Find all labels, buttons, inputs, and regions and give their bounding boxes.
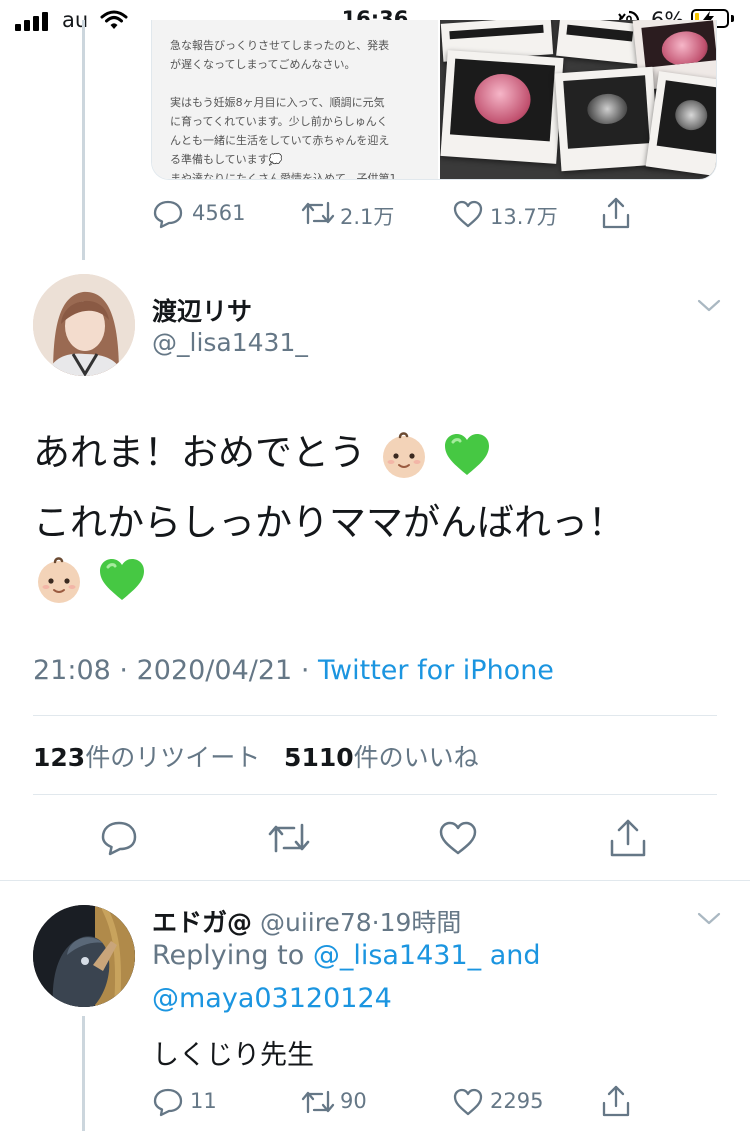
tweet-source-link[interactable]: Twitter for iPhone bbox=[318, 655, 554, 686]
replying-to: Replying to @_lisa1431_ and bbox=[152, 940, 541, 971]
mention-link[interactable]: @maya03120124 bbox=[152, 983, 392, 1014]
note-line: が遅くなってしまってごめんなさい。 bbox=[170, 58, 356, 71]
note-line: まや達なりにたくさん愛情を込めて、子供第1 bbox=[170, 172, 397, 180]
like-total: 5110 bbox=[284, 743, 354, 772]
chevron-down-icon[interactable] bbox=[697, 299, 721, 313]
divider bbox=[33, 794, 717, 795]
display-name[interactable]: エドガ@ bbox=[152, 908, 252, 937]
and-label[interactable]: and bbox=[490, 940, 541, 971]
green-heart-emoji bbox=[444, 433, 489, 475]
retweet-icon[interactable] bbox=[300, 1088, 336, 1116]
replying-to-label: Replying to bbox=[152, 940, 305, 971]
note-line: 実はもう妊娠8ヶ月目に入って、順調に元気 bbox=[170, 96, 385, 109]
share-icon[interactable] bbox=[601, 1084, 631, 1118]
user-handle[interactable]: @uiire78 bbox=[260, 908, 372, 937]
retweet-icon[interactable] bbox=[267, 821, 311, 855]
divider bbox=[0, 880, 750, 881]
retweet-label: 件のリツイート bbox=[85, 743, 261, 772]
retweet-count: 2.1万 bbox=[340, 205, 395, 229]
retweet-total: 123 bbox=[33, 743, 86, 772]
like-icon[interactable] bbox=[438, 820, 478, 856]
thread-line bbox=[82, 1016, 85, 1131]
baby-emoji bbox=[382, 431, 425, 478]
like-count: 13.7万 bbox=[490, 205, 558, 229]
mention-link[interactable]: @_lisa1431_ bbox=[313, 940, 481, 971]
tweet-date: 2020/04/21 bbox=[136, 655, 293, 686]
user-handle[interactable]: @_lisa1431_ bbox=[152, 328, 308, 357]
display-name[interactable]: 渡辺リサ bbox=[152, 292, 252, 328]
tweet-time: 21:08 bbox=[33, 655, 111, 686]
media-image-ultrasound[interactable] bbox=[440, 20, 716, 179]
tweet-text: あれま！おめでとう bbox=[33, 431, 366, 474]
reply-header: エドガ@ @uiire78·19時間 bbox=[152, 903, 461, 939]
like-icon[interactable] bbox=[452, 1087, 484, 1117]
like-icon[interactable] bbox=[452, 199, 484, 229]
tweet-text-line-1: あれま！おめでとう bbox=[33, 418, 492, 488]
share-icon[interactable] bbox=[601, 196, 631, 230]
reply-icon[interactable] bbox=[152, 1087, 184, 1117]
meta-separator: · bbox=[371, 908, 380, 937]
tweet-text-line-3 bbox=[33, 543, 147, 613]
tweet-stats: 123件のリツイート 5110件のいいね bbox=[33, 738, 479, 774]
note-line: る準備もしています💭 bbox=[170, 153, 283, 166]
thread-line bbox=[82, 20, 85, 260]
tweet-media-grid[interactable]: 急な報告びっくりさせてしまったのと、発表 が遅くなってしまってごめんなさい。 実… bbox=[151, 20, 717, 180]
note-line: 急な報告びっくりさせてしまったのと、発表 bbox=[170, 39, 390, 52]
note-line bbox=[152, 74, 438, 93]
reply-icon[interactable] bbox=[152, 199, 184, 229]
green-heart-emoji bbox=[99, 558, 144, 600]
tweet-meta: 21:08 · 2020/04/21 · Twitter for iPhone bbox=[33, 655, 554, 686]
chevron-down-icon[interactable] bbox=[697, 912, 721, 926]
note-line: んとも一緒に生活をしていて赤ちゃんを迎え bbox=[170, 134, 390, 147]
reply-time: 19時間 bbox=[379, 908, 462, 937]
meta-separator: · bbox=[119, 655, 128, 686]
retweets-stat[interactable]: 123件のリツイート bbox=[33, 743, 260, 772]
reply-count: 11 bbox=[190, 1089, 217, 1113]
retweet-icon[interactable] bbox=[300, 199, 336, 227]
note-line: に育ってくれています。少し前からしゅんく bbox=[170, 115, 388, 128]
divider bbox=[33, 715, 717, 716]
avatar[interactable] bbox=[33, 905, 135, 1007]
media-image-letter[interactable]: 急な報告びっくりさせてしまったのと、発表 が遅くなってしまってごめんなさい。 実… bbox=[152, 20, 438, 180]
reply-count: 4561 bbox=[192, 201, 246, 225]
share-icon[interactable] bbox=[609, 818, 647, 858]
like-count: 2295 bbox=[490, 1089, 544, 1113]
retweet-count: 90 bbox=[340, 1089, 367, 1113]
avatar[interactable] bbox=[33, 274, 135, 376]
likes-stat[interactable]: 5110件のいいね bbox=[284, 743, 479, 772]
replying-to-line-2: @maya03120124 bbox=[152, 983, 392, 1014]
reply-text: しくじり先生 bbox=[152, 1040, 314, 1071]
meta-separator: · bbox=[300, 655, 310, 686]
baby-emoji bbox=[38, 556, 80, 603]
reply-icon[interactable] bbox=[100, 820, 138, 856]
like-label: 件のいいね bbox=[353, 743, 479, 772]
